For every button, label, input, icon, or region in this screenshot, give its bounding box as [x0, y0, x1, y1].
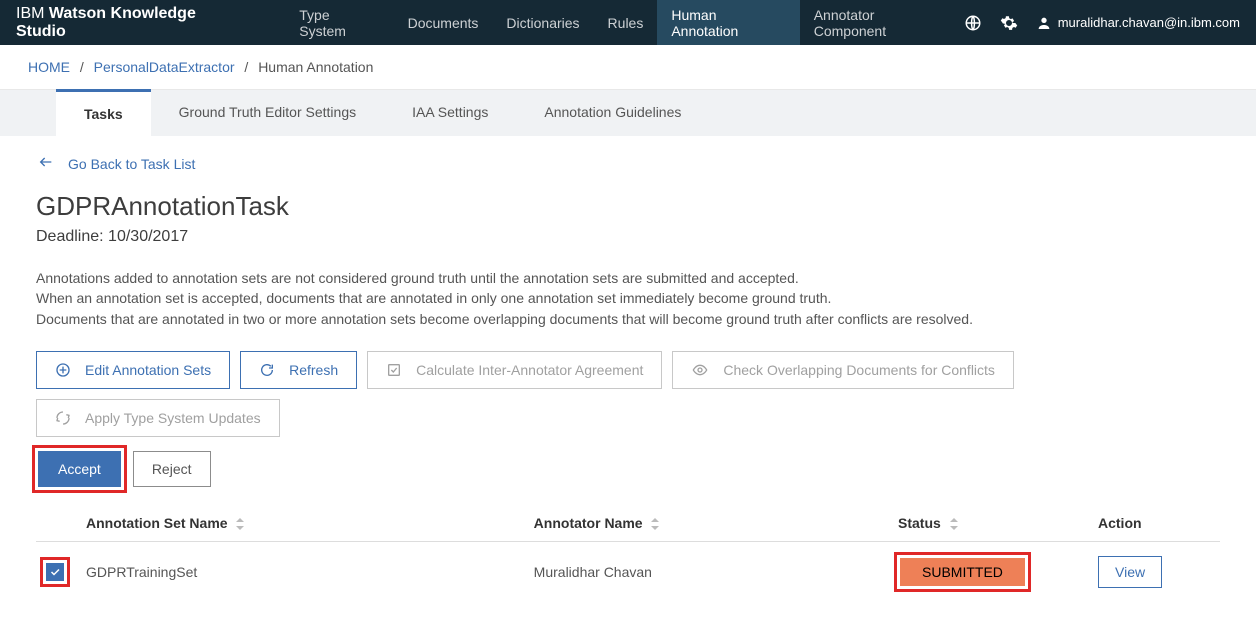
breadcrumb: HOME / PersonalDataExtractor / Human Ann…: [0, 45, 1256, 89]
task-title: GDPRAnnotationTask: [36, 191, 1220, 222]
view-button[interactable]: View: [1098, 556, 1162, 588]
tab-gte-settings[interactable]: Ground Truth Editor Settings: [151, 90, 384, 136]
cell-set-name: GDPRTrainingSet: [78, 541, 526, 602]
desc-line1: Annotations added to annotation sets are…: [36, 268, 1220, 288]
task-deadline: Deadline: 10/30/2017: [36, 228, 1220, 246]
accept-button[interactable]: Accept: [38, 451, 121, 487]
th-status[interactable]: Status: [890, 505, 1090, 542]
tab-iaa-settings[interactable]: IAA Settings: [384, 90, 516, 136]
nav-dictionaries[interactable]: Dictionaries: [492, 0, 593, 45]
apply-type-system-updates-button: Apply Type System Updates: [36, 399, 280, 437]
decision-row: Accept Reject: [36, 449, 1220, 489]
desc-line2: When an annotation set is accepted, docu…: [36, 288, 1220, 308]
edit-sets-label: Edit Annotation Sets: [85, 362, 211, 378]
tab-tasks[interactable]: Tasks: [56, 89, 151, 136]
tabs-bar: Tasks Ground Truth Editor Settings IAA S…: [0, 89, 1256, 136]
sort-icon: [650, 518, 660, 530]
top-icons: muralidhar.chavan@in.ibm.com: [964, 14, 1240, 32]
table-row: GDPRTrainingSet Muralidhar Chavan SUBMIT…: [36, 541, 1220, 602]
nav-documents[interactable]: Documents: [394, 0, 493, 45]
breadcrumb-current: Human Annotation: [258, 59, 373, 75]
refresh-label: Refresh: [289, 362, 338, 378]
action-row: Edit Annotation Sets Refresh Calculate I…: [36, 351, 1220, 437]
cell-annotator: Muralidhar Chavan: [526, 541, 890, 602]
check-conflicts-label: Check Overlapping Documents for Conflict…: [723, 362, 995, 378]
th-action: Action: [1090, 505, 1220, 542]
sort-icon: [235, 518, 245, 530]
brand: IBM Watson Knowledge Studio: [16, 5, 249, 41]
back-to-task-list[interactable]: Go Back to Task List: [36, 154, 1220, 173]
plus-circle-icon: [55, 362, 71, 378]
breadcrumb-sep: /: [244, 59, 248, 75]
checkbox-icon: [386, 362, 402, 378]
brand-prefix: IBM: [16, 5, 49, 22]
th-annotator[interactable]: Annotator Name: [526, 505, 890, 542]
sort-icon: [949, 518, 959, 530]
refresh-icon: [259, 362, 275, 378]
apply-icon: [55, 410, 71, 426]
status-badge: SUBMITTED: [900, 558, 1025, 586]
accept-highlight: Accept: [36, 449, 123, 489]
eye-icon: [691, 362, 709, 378]
breadcrumb-home[interactable]: HOME: [28, 59, 70, 75]
status-highlight: SUBMITTED: [898, 556, 1027, 588]
breadcrumb-project[interactable]: PersonalDataExtractor: [94, 59, 235, 75]
th-annotator-label: Annotator Name: [534, 515, 643, 531]
calculate-iaa-button: Calculate Inter-Annotator Agreement: [367, 351, 662, 389]
gear-icon[interactable]: [1000, 14, 1018, 32]
th-status-label: Status: [898, 515, 941, 531]
row-checkbox[interactable]: [46, 563, 64, 581]
checkbox-highlight: [44, 561, 66, 583]
top-nav: Type System Documents Dictionaries Rules…: [285, 0, 963, 45]
desc-line3: Documents that are annotated in two or m…: [36, 309, 1220, 329]
check-conflicts-button: Check Overlapping Documents for Conflict…: [672, 351, 1014, 389]
description: Annotations added to annotation sets are…: [36, 268, 1220, 329]
reject-button[interactable]: Reject: [133, 451, 211, 487]
th-action-label: Action: [1098, 515, 1142, 531]
user-icon: [1036, 15, 1052, 31]
breadcrumb-sep: /: [80, 59, 84, 75]
edit-annotation-sets-button[interactable]: Edit Annotation Sets: [36, 351, 230, 389]
user-email: muralidhar.chavan@in.ibm.com: [1058, 15, 1240, 30]
tab-annotation-guidelines[interactable]: Annotation Guidelines: [516, 90, 709, 136]
nav-human-annotation[interactable]: Human Annotation: [657, 0, 799, 45]
nav-annotator-component[interactable]: Annotator Component: [800, 0, 964, 45]
annotation-sets-table: Annotation Set Name Annotator Name Statu…: [36, 505, 1220, 602]
top-header: IBM Watson Knowledge Studio Type System …: [0, 0, 1256, 45]
refresh-button[interactable]: Refresh: [240, 351, 357, 389]
nav-rules[interactable]: Rules: [594, 0, 658, 45]
arrow-left-icon: [36, 154, 56, 173]
th-checkbox: [36, 505, 78, 542]
content: Go Back to Task List GDPRAnnotationTask …: [0, 136, 1256, 620]
calc-iaa-label: Calculate Inter-Annotator Agreement: [416, 362, 643, 378]
nav-type-system[interactable]: Type System: [285, 0, 393, 45]
th-set-name[interactable]: Annotation Set Name: [78, 505, 526, 542]
th-set-name-label: Annotation Set Name: [86, 515, 228, 531]
back-link-label: Go Back to Task List: [68, 156, 195, 172]
user-info[interactable]: muralidhar.chavan@in.ibm.com: [1036, 15, 1240, 31]
globe-icon[interactable]: [964, 14, 982, 32]
apply-updates-label: Apply Type System Updates: [85, 410, 261, 426]
